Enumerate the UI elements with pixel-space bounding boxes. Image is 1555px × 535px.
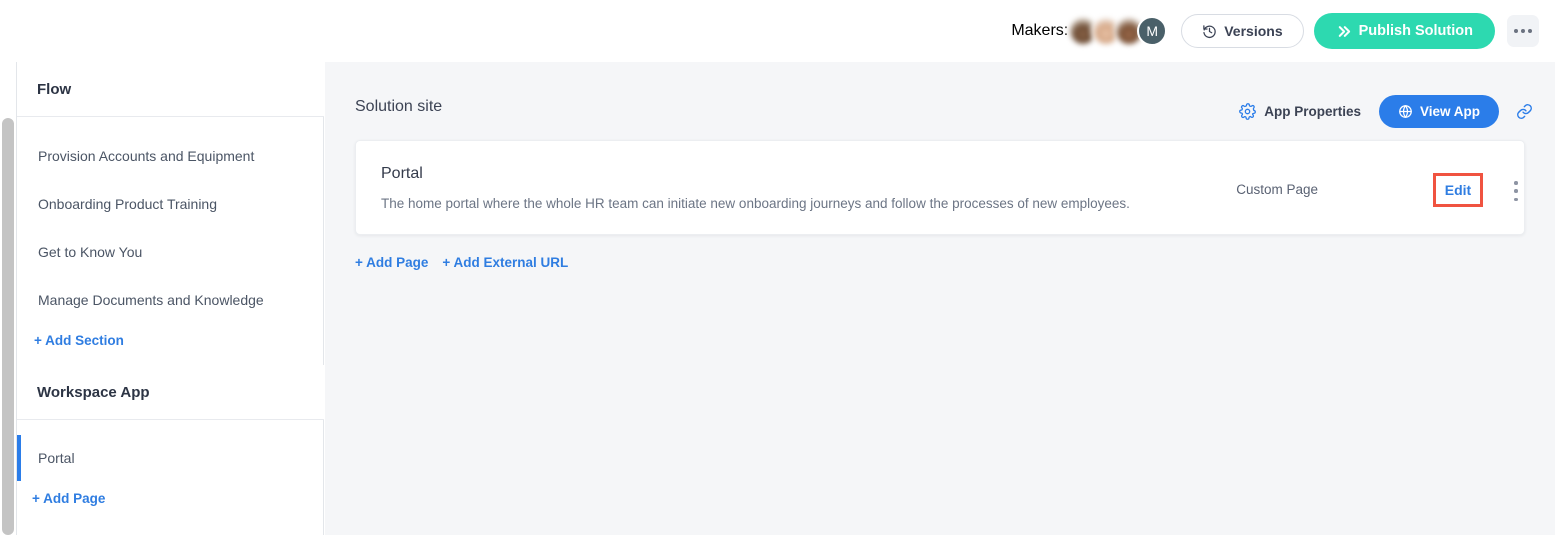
main-content-area: Solution site App Properties — [325, 62, 1555, 535]
app-properties-label: App Properties — [1264, 104, 1361, 119]
view-app-label: View App — [1420, 104, 1480, 119]
versions-button-label: Versions — [1224, 23, 1282, 39]
dot-2 — [1521, 29, 1525, 33]
more-horizontal-icon[interactable] — [1507, 15, 1539, 47]
publish-solution-button[interactable]: Publish Solution — [1314, 13, 1495, 49]
globe-icon — [1398, 104, 1413, 119]
maker-avatar-initial: M — [1146, 23, 1158, 39]
link-chain-icon[interactable] — [1516, 103, 1533, 120]
add-links-row: + Add Page + Add External URL — [355, 255, 568, 270]
sidebar-item-label: Onboarding Product Training — [38, 196, 217, 212]
edit-button-highlight: Edit — [1433, 173, 1483, 207]
dot-1 — [1514, 181, 1518, 185]
double-chevron-right-icon — [1336, 24, 1351, 39]
sidebar-scrollbar[interactable] — [2, 118, 14, 535]
sidebar-section-title: Workspace App — [37, 384, 150, 401]
edit-button[interactable]: Edit — [1445, 182, 1471, 198]
add-page-label: + Add Page — [32, 491, 105, 506]
maker-avatar-4[interactable]: M — [1137, 16, 1167, 46]
sidebar-section-header-workspace-app: Workspace App — [17, 365, 324, 420]
add-section-label: + Add Section — [34, 333, 124, 348]
dot-3 — [1528, 29, 1532, 33]
sidebar-item-label: Provision Accounts and Equipment — [38, 148, 254, 164]
gear-icon — [1239, 103, 1256, 120]
dot-3 — [1514, 198, 1518, 202]
add-external-url-link[interactable]: + Add External URL — [442, 255, 568, 270]
publish-solution-label: Publish Solution — [1359, 23, 1473, 39]
left-sidebar: Flow Provision Accounts and Equipment On… — [0, 62, 324, 535]
add-page-link-sidebar[interactable]: + Add Page — [17, 487, 105, 509]
page-card-description: The home portal where the whole HR team … — [381, 196, 1130, 211]
dot-2 — [1514, 189, 1518, 193]
sidebar-item-label: Manage Documents and Knowledge — [38, 292, 264, 308]
makers-group: Makers: M — [1011, 16, 1167, 46]
sidebar-section-title: Flow — [37, 81, 71, 98]
sidebar-item-portal[interactable]: Portal — [17, 441, 324, 475]
main-header: Solution site App Properties — [325, 62, 1555, 140]
sidebar-item-label: Get to Know You — [38, 244, 142, 260]
maker-avatar-stack: M — [1068, 16, 1167, 46]
page-card-portal[interactable]: Portal The home portal where the whole H… — [355, 140, 1525, 235]
sidebar-item-provision-accounts-and-equipment[interactable]: Provision Accounts and Equipment — [17, 139, 324, 173]
sidebar-item-label: Portal — [38, 450, 75, 466]
dot-1 — [1514, 29, 1518, 33]
page-card-name: Portal — [381, 165, 423, 183]
top-header-bar: Makers: M Versions Publish Solut — [0, 0, 1555, 62]
sidebar-section-header-flow: Flow — [17, 62, 324, 117]
page-title: Solution site — [355, 98, 442, 116]
main-header-actions: App Properties View App — [1239, 95, 1533, 128]
add-page-link[interactable]: + Add Page — [355, 255, 428, 270]
sidebar-item-get-to-know-you[interactable]: Get to Know You — [17, 235, 324, 269]
view-app-button[interactable]: View App — [1379, 95, 1499, 128]
makers-label: Makers: — [1011, 22, 1068, 40]
add-section-link[interactable]: + Add Section — [17, 329, 124, 351]
history-clock-icon — [1202, 24, 1217, 39]
sidebar-item-manage-documents-and-knowledge[interactable]: Manage Documents and Knowledge — [17, 283, 324, 317]
app-properties-button[interactable]: App Properties — [1239, 103, 1361, 120]
sidebar-item-onboarding-product-training[interactable]: Onboarding Product Training — [17, 187, 324, 221]
more-vertical-icon[interactable] — [1508, 180, 1524, 202]
versions-button[interactable]: Versions — [1181, 14, 1303, 48]
page-card-type: Custom Page — [1236, 182, 1318, 197]
